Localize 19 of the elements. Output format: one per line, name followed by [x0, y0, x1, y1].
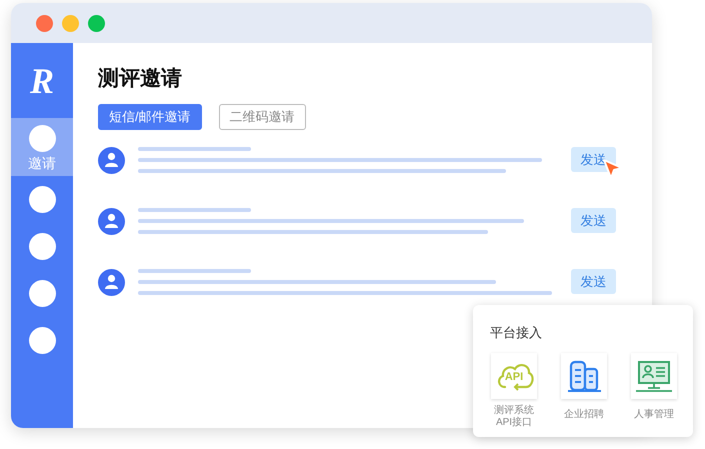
- cloud-icon: [496, 361, 534, 391]
- tab[interactable]: 二维码邀请: [218, 104, 306, 130]
- building-icon: [566, 359, 602, 393]
- logo: R: [30, 60, 54, 102]
- page-title: 测评邀请: [98, 66, 183, 92]
- close-button[interactable]: [36, 14, 53, 32]
- tab[interactable]: 短信/邮件邀请: [98, 104, 202, 130]
- sidebar-item[interactable]: 邀请: [11, 118, 73, 176]
- item-label: 人事管理: [634, 409, 674, 421]
- avatar-icon: [98, 208, 125, 234]
- item-label: 企业招聘: [564, 409, 604, 421]
- avatar-icon: [98, 268, 125, 296]
- monitor-icon: [635, 359, 673, 393]
- send-button[interactable]: 发送: [571, 208, 616, 233]
- avatar-icon: [98, 146, 125, 174]
- item-label: 测评系统 API接口: [494, 405, 534, 429]
- card-title: 平台接入: [490, 325, 543, 341]
- send-button[interactable]: 发送: [571, 269, 616, 294]
- icon-label: API: [504, 371, 524, 383]
